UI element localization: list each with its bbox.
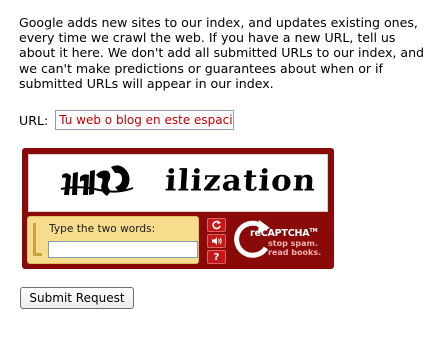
reload-icon: [212, 220, 221, 230]
audio-button[interactable]: [207, 234, 226, 248]
recaptcha-logo: reCAPTCHATM stop spam. read books.: [234, 216, 330, 264]
intro-paragraph: Google adds new sites to our index, and …: [19, 15, 425, 91]
captcha-image: ilization: [28, 154, 328, 212]
brand-name: reCAPTCHATM: [250, 228, 318, 239]
url-input[interactable]: [55, 110, 235, 130]
reload-button[interactable]: [207, 218, 226, 232]
captcha-word: ilization: [164, 163, 318, 199]
answer-label: Type the two words:: [49, 223, 156, 235]
url-label: URL:: [19, 112, 49, 128]
help-button[interactable]: ?: [207, 250, 226, 264]
help-icon: ?: [213, 251, 220, 263]
captcha-answer-input[interactable]: [48, 241, 198, 258]
recaptcha-widget: ilization Type the two words: ? reCAPTCH…: [22, 148, 334, 269]
captcha-distorted-word: [60, 165, 134, 196]
submit-request-button[interactable]: Submit Request: [20, 287, 134, 309]
answer-bracket-decoration: [33, 223, 42, 256]
audio-icon: [211, 237, 222, 245]
brand-tagline: stop spam. read books.: [268, 239, 322, 257]
answer-area: Type the two words:: [27, 216, 199, 264]
url-row: URL:: [19, 110, 235, 130]
